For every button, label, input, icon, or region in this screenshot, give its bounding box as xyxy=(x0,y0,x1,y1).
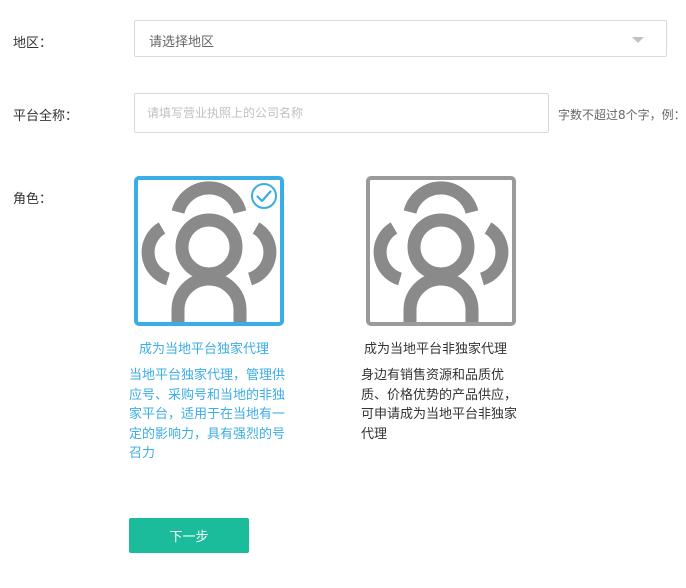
platform-name-hint: 字数不超过8个字，例： xyxy=(558,108,686,122)
region-label: 地区： xyxy=(13,36,53,51)
platform-name-label: 平台全称： xyxy=(13,109,79,124)
role-card-non-exclusive[interactable] xyxy=(366,176,516,326)
check-circle-icon xyxy=(251,183,277,209)
role-description-non-exclusive: 身边有销售资源和品质优质、价格优势的产品供应，可申请成为当地平台非独家代理 xyxy=(361,368,518,442)
role-label: 角色： xyxy=(13,192,53,207)
user-group-icon xyxy=(373,181,509,322)
role-title-exclusive[interactable]: 成为当地平台独家代理 xyxy=(139,338,269,357)
region-select[interactable]: 请选择地区 xyxy=(134,20,667,57)
next-step-button[interactable]: 下一步 xyxy=(129,518,249,553)
role-title-non-exclusive[interactable]: 成为当地平台非独家代理 xyxy=(364,338,507,357)
role-card-exclusive[interactable] xyxy=(134,176,284,326)
platform-name-input[interactable] xyxy=(134,93,549,133)
role-description-exclusive: 当地平台独家代理，管理供应号、采购号和当地的非独家平台，适用于在当地有一定的影响… xyxy=(129,368,286,461)
region-select-placeholder: 请选择地区 xyxy=(149,35,215,50)
caret-down-icon xyxy=(632,37,644,43)
